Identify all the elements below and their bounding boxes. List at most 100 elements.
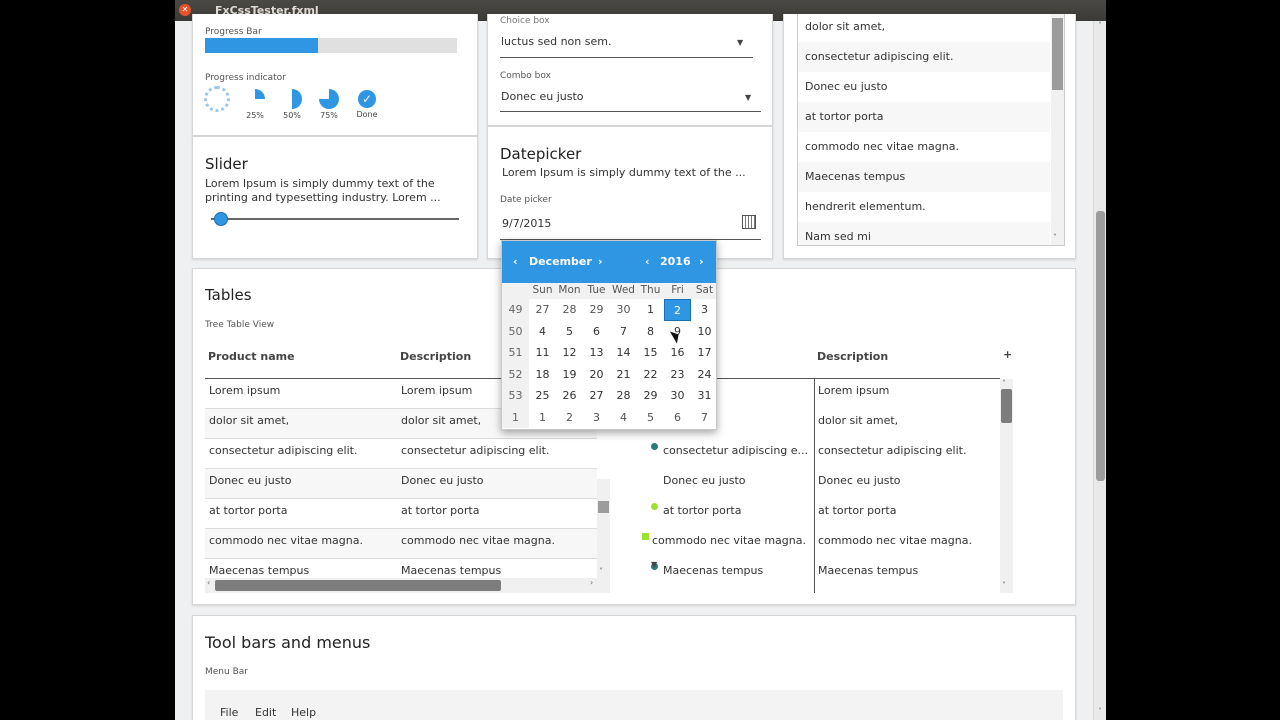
prev-year-icon[interactable]: ‹	[645, 255, 650, 268]
calendar-day[interactable]: 15	[637, 342, 664, 364]
prev-month-icon[interactable]: ‹	[513, 255, 518, 268]
column-header-product-name[interactable]: Product name	[208, 350, 295, 363]
column-header-description-right[interactable]: Description	[817, 350, 888, 363]
calendar-day[interactable]: 10	[691, 321, 718, 343]
list-scroll-down-icon[interactable]: ˅	[1053, 233, 1057, 242]
combo-box-value[interactable]: Donec eu justo	[501, 90, 584, 103]
calendar-day[interactable]: 21	[610, 364, 637, 386]
calendar-day[interactable]: 1	[529, 407, 556, 429]
calendar-day[interactable]: 18	[529, 364, 556, 386]
calendar-day[interactable]: 11	[529, 342, 556, 364]
table-cell: consectetur adipiscing elit.	[209, 444, 358, 457]
calendar-day[interactable]: 8	[637, 321, 664, 343]
calendar-day[interactable]: 4	[529, 321, 556, 343]
tree-table-row[interactable]: commodo nec vitae magna. commodo nec vita…	[625, 529, 1000, 559]
calendar-day[interactable]: 4	[610, 407, 637, 429]
calendar-icon[interactable]	[742, 215, 756, 229]
tree-expand-icon[interactable]: ▼	[651, 560, 657, 569]
window-vscrollbar[interactable]: ˄ ˅	[1093, 21, 1106, 720]
list-scrollbar-thumb[interactable]	[1052, 18, 1063, 90]
table-row[interactable]: consectetur adipiscing elit. consectetur …	[205, 439, 597, 469]
menu-help[interactable]: Help	[291, 706, 316, 719]
menu-file[interactable]: File	[220, 706, 238, 719]
calendar-day[interactable]: 5	[637, 407, 664, 429]
calendar-day[interactable]: 3	[583, 407, 610, 429]
calendar-day[interactable]: 22	[637, 364, 664, 386]
calendar-day[interactable]: 28	[610, 385, 637, 407]
right-scroll-up-icon[interactable]: ˄	[1002, 379, 1006, 388]
calendar-day[interactable]: 2	[664, 299, 691, 321]
calendar-day[interactable]: 13	[583, 342, 610, 364]
list-scrollbar[interactable]: ˅	[1051, 14, 1064, 245]
window-vscrollbar-thumb[interactable]	[1096, 211, 1105, 481]
list-view-card: dolor sit amet, consectetur adipiscing el…	[783, 14, 1076, 259]
list-view[interactable]: dolor sit amet, consectetur adipiscing el…	[797, 14, 1065, 246]
scroll-right-icon[interactable]: ›	[590, 578, 593, 587]
calendar-day[interactable]: 27	[583, 385, 610, 407]
calendar-day[interactable]: 23	[664, 364, 691, 386]
calendar-day[interactable]: 6	[583, 321, 610, 343]
list-item[interactable]: at tortor porta	[798, 102, 1050, 132]
calendar-day[interactable]: 28	[556, 299, 583, 321]
calendar-day[interactable]: 5	[556, 321, 583, 343]
add-column-icon[interactable]: +	[1003, 348, 1012, 361]
calendar-day[interactable]: 30	[610, 299, 637, 321]
date-picker-input[interactable]: 9/7/2015	[502, 217, 551, 230]
calendar-day[interactable]: 3	[691, 299, 718, 321]
calendar-day[interactable]: 6	[664, 407, 691, 429]
table-row[interactable]: Donec eu justo Donec eu justo	[205, 469, 597, 499]
list-item[interactable]: hendrerit elementum.	[798, 192, 1050, 222]
tree-table-row[interactable]: at tortor porta at tortor porta	[625, 499, 1000, 529]
calendar-day[interactable]: 7	[691, 407, 718, 429]
next-month-icon[interactable]: ›	[598, 255, 603, 268]
left-vscrollbar-thumb[interactable]	[598, 501, 609, 513]
calendar-day[interactable]: 2	[556, 407, 583, 429]
tree-table-row[interactable]: Maecenas tempus Maecenas tempus	[625, 559, 1000, 589]
table-row[interactable]: at tortor porta at tortor porta	[205, 499, 597, 529]
left-hscrollbar[interactable]: ‹ ›	[205, 578, 610, 593]
choice-chevron-down-icon[interactable]: ▼	[737, 38, 743, 47]
left-scroll-down-icon[interactable]: ˅	[599, 567, 603, 576]
calendar-day[interactable]: 7	[610, 321, 637, 343]
right-vscrollbar-thumb[interactable]	[1001, 389, 1012, 423]
calendar-day[interactable]: 30	[664, 385, 691, 407]
close-icon[interactable]: ✕	[179, 4, 191, 16]
calendar-day[interactable]: 16	[664, 342, 691, 364]
left-hscrollbar-thumb[interactable]	[215, 580, 501, 591]
list-item[interactable]: Maecenas tempus	[798, 162, 1050, 192]
calendar-day[interactable]: 27	[529, 299, 556, 321]
choice-box-value[interactable]: luctus sed non sem.	[501, 35, 611, 48]
left-vscrollbar[interactable]: ˅	[597, 479, 610, 578]
menu-edit[interactable]: Edit	[255, 706, 276, 719]
window-scroll-up-icon[interactable]: ˄	[1094, 21, 1106, 30]
calendar-day[interactable]: 19	[556, 364, 583, 386]
calendar-day[interactable]: 31	[691, 385, 718, 407]
calendar-day[interactable]: 17	[691, 342, 718, 364]
right-vscrollbar[interactable]: ˄ ˅	[1000, 379, 1013, 593]
combo-chevron-down-icon[interactable]: ▼	[745, 93, 751, 102]
slider-track[interactable]	[211, 218, 459, 220]
calendar-day[interactable]: 20	[583, 364, 610, 386]
calendar-day[interactable]: 29	[583, 299, 610, 321]
list-item[interactable]: commodo nec vitae magna.	[798, 132, 1050, 162]
tree-table-row[interactable]: consectetur adipiscing e... consectetur a…	[625, 439, 1000, 469]
calendar-day[interactable]: 29	[637, 385, 664, 407]
window-scroll-down-icon[interactable]: ˅	[1094, 707, 1106, 716]
scroll-left-icon[interactable]: ‹	[207, 578, 210, 587]
calendar-day[interactable]: 1	[637, 299, 664, 321]
calendar-day[interactable]: 25	[529, 385, 556, 407]
list-item[interactable]: consectetur adipiscing elit.	[798, 42, 1050, 72]
list-item[interactable]: Donec eu justo	[798, 72, 1050, 102]
next-year-icon[interactable]: ›	[699, 255, 704, 268]
list-item[interactable]: dolor sit amet,	[798, 14, 1050, 42]
calendar-day[interactable]: 26	[556, 385, 583, 407]
calendar-day[interactable]: 24	[691, 364, 718, 386]
right-scroll-down-icon[interactable]: ˅	[1002, 581, 1006, 590]
tree-table-row[interactable]: Donec eu justo Donec eu justo	[625, 469, 1000, 499]
slider-thumb[interactable]	[213, 212, 228, 226]
column-header-description[interactable]: Description	[400, 350, 471, 363]
list-item[interactable]: Nam sed mi	[798, 222, 1050, 245]
calendar-day[interactable]: 14	[610, 342, 637, 364]
calendar-day[interactable]: 12	[556, 342, 583, 364]
table-row[interactable]: commodo nec vitae magna. commodo nec vita…	[205, 529, 597, 559]
